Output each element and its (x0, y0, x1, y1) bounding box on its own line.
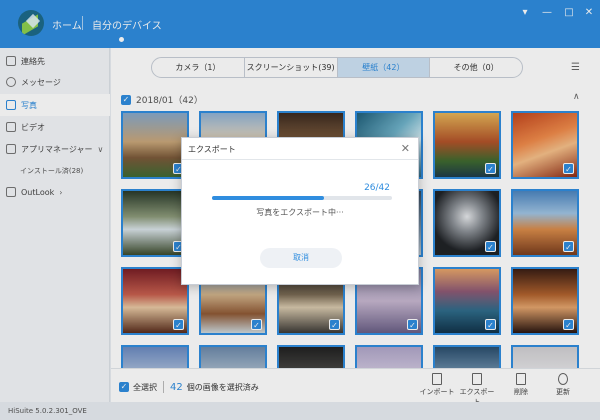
dialog-title: エクスポート (188, 145, 236, 154)
dialog-close-icon[interactable]: ✕ (401, 142, 410, 155)
dialog-divider (182, 159, 418, 160)
export-status-message: 写真をエクスポート中··· (256, 208, 344, 217)
export-progress-bar (212, 196, 392, 200)
export-progress-fill (212, 196, 324, 200)
export-progress-count: 26/42 (364, 183, 390, 193)
cancel-button[interactable]: 取消 (260, 248, 342, 268)
export-dialog: エクスポート ✕ 26/42 写真をエクスポート中··· 取消 (181, 137, 419, 285)
